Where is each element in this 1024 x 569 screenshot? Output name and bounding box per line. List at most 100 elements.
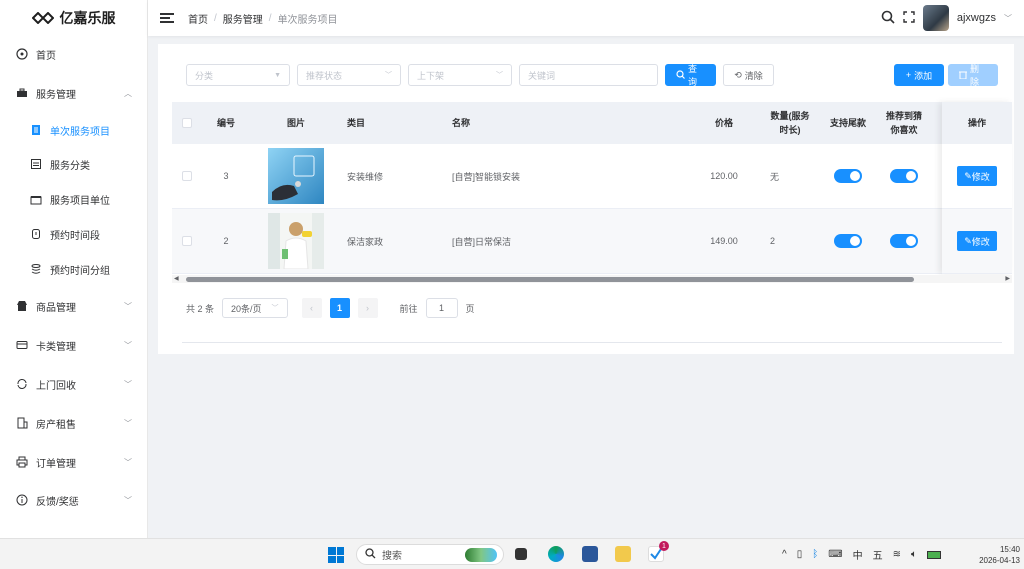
edit-button[interactable]: ✎ 修改	[957, 166, 997, 186]
sidebar-item-label: 服务管理	[36, 89, 76, 101]
scroll-left-icon[interactable]: ◀	[174, 275, 179, 282]
store-icon[interactable]	[582, 546, 598, 562]
support-balance-toggle[interactable]	[834, 169, 862, 183]
keyboard-icon[interactable]: ⌨	[828, 549, 842, 560]
breadcrumb-service[interactable]: 服务管理	[223, 11, 263, 26]
service-table: 编号 图片 类目 名称 价格 数量(服务 时长) 支持尾款 推荐到猜 你喜欢 操…	[172, 102, 1012, 274]
col-recommend: 推荐到猜 你喜欢	[880, 102, 928, 144]
select-all-checkbox[interactable]	[182, 102, 192, 144]
logo-text: 亿嘉乐服	[59, 10, 116, 26]
chevron-down-icon[interactable]: ﹀	[1004, 13, 1012, 24]
col-recommend-line2: 你喜欢	[890, 125, 918, 135]
plus-icon: +	[905, 70, 912, 80]
breadcrumb-home[interactable]: 首页	[188, 11, 208, 26]
sidebar-item-service-management[interactable]: 服务管理 ︿	[0, 80, 147, 106]
system-tray: ^ ▯ ᛒ ⌨ 中 五 ≋ 🔈︎	[782, 539, 942, 569]
search-icon	[365, 547, 376, 562]
next-page-button[interactable]: ›	[357, 298, 378, 318]
recommend-placeholder: 推荐状态	[306, 70, 343, 81]
taskbar-clock[interactable]: 15:40 2026-04-13	[979, 544, 1020, 566]
todo-app-icon[interactable]: 1	[648, 541, 669, 562]
recommend-status-select[interactable]: 推荐状态 ﹀	[297, 64, 401, 86]
cell-image[interactable]	[266, 144, 326, 208]
menu-toggle-icon[interactable]	[160, 12, 174, 24]
total-count: 共 2 条	[186, 303, 215, 314]
task-view-icon[interactable]	[515, 548, 527, 560]
scrollbar-thumb[interactable]	[186, 277, 914, 282]
logo-icon	[31, 12, 54, 24]
add-button[interactable]: + 添加	[894, 64, 944, 86]
scroll-right-icon[interactable]: ▶	[1005, 275, 1010, 282]
shelf-status-select[interactable]: 上下架 ﹀	[408, 64, 512, 86]
edge-browser-icon[interactable]	[548, 546, 564, 562]
sidebar-item-home[interactable]: 首页	[0, 41, 147, 67]
search-icon	[676, 69, 685, 81]
sidebar-item-booking-group[interactable]: 预约时间分组	[0, 256, 147, 282]
clock-icon	[30, 228, 42, 240]
app-logo[interactable]: 亿嘉乐服	[0, 0, 147, 36]
ime-language[interactable]: 中	[853, 547, 863, 562]
sidebar-item-label: 反馈/奖惩	[36, 496, 79, 508]
page-number-current[interactable]: 1	[329, 298, 350, 318]
sidebar-item-feedback[interactable]: 反馈/奖惩 ﹀	[0, 487, 147, 513]
row-checkbox[interactable]	[182, 209, 192, 273]
sidebar-item-service-category[interactable]: 服务分类	[0, 151, 147, 177]
shelf-placeholder: 上下架	[417, 70, 445, 81]
username[interactable]: ajxwgzs	[957, 12, 996, 24]
sidebar-item-real-estate[interactable]: 房产租售 ﹀	[0, 410, 147, 436]
sidebar-item-recycle[interactable]: 上门回收 ﹀	[0, 371, 147, 397]
col-quantity: 数量(服务 时长)	[762, 102, 818, 144]
printer-icon	[16, 456, 28, 468]
goto-suffix: 页	[465, 303, 475, 314]
cell-image[interactable]	[266, 209, 326, 273]
avatar[interactable]	[922, 5, 949, 31]
page-size-value: 20条/页	[231, 303, 262, 314]
edit-button[interactable]: ✎ 修改	[957, 231, 997, 251]
service-image-cleaning[interactable]	[268, 213, 324, 269]
breadcrumb-current: 单次服务项目	[277, 14, 338, 26]
chevron-up-icon[interactable]: ^	[782, 549, 787, 560]
recommend-toggle[interactable]	[890, 169, 918, 183]
sidebar-item-booking-slot[interactable]: 预约时间段	[0, 221, 147, 247]
category-select[interactable]: 分类 ▼	[186, 64, 290, 86]
wifi-icon[interactable]: ≋	[893, 549, 901, 560]
cell-quantity: 2	[770, 236, 776, 246]
fullscreen-icon[interactable]	[903, 10, 915, 26]
sidebar-item-cards[interactable]: 卡类管理 ﹀	[0, 332, 147, 358]
sidebar-item-orders[interactable]: 订单管理 ﹀	[0, 449, 147, 475]
row-checkbox[interactable]	[182, 144, 192, 208]
service-image-smart-lock[interactable]	[268, 148, 324, 204]
sidebar-item-goods[interactable]: 商品管理 ﹀	[0, 293, 147, 319]
pen-icon[interactable]: ▯	[797, 549, 803, 560]
card-icon	[16, 339, 28, 351]
sidebar-item-label: 服务项目单位	[50, 195, 110, 207]
edit-button-label: 修改	[971, 171, 990, 182]
breadcrumb-separator: /	[268, 12, 272, 24]
page-size-select[interactable]: 20条/页 ﹀	[222, 298, 288, 318]
sidebar-item-label: 预约时间分组	[50, 265, 110, 277]
clear-button[interactable]: ⟲ 清除	[723, 64, 774, 86]
goto-page-input[interactable]: 1	[425, 298, 458, 318]
keyword-input[interactable]: 关键词	[519, 64, 658, 86]
cell-actions: ✎ 修改	[942, 209, 1012, 273]
recommend-toggle[interactable]	[890, 234, 918, 248]
support-balance-toggle[interactable]	[834, 234, 862, 248]
search-icon[interactable]	[881, 10, 895, 27]
sidebar-item-service-unit[interactable]: 服务项目单位	[0, 186, 147, 212]
file-explorer-icon[interactable]	[615, 546, 631, 562]
sidebar-item-single-service[interactable]: 单次服务项目	[0, 117, 147, 143]
battery-icon[interactable]	[927, 550, 942, 559]
windows-start-icon[interactable]	[328, 547, 344, 563]
breadcrumb: 首页 / 服务管理 / 单次服务项目	[188, 11, 338, 26]
bluetooth-icon[interactable]: ᛒ	[812, 549, 818, 560]
search-button[interactable]: 查询	[665, 64, 716, 87]
ime-mode[interactable]: 五	[873, 547, 883, 562]
cell-price: 120.00	[710, 171, 738, 181]
taskbar-search-input[interactable]: 搜索	[356, 544, 504, 565]
speaker-icon[interactable]: 🔈︎	[911, 549, 917, 560]
prev-page-button[interactable]: ‹	[301, 298, 322, 318]
delete-button[interactable]: 删除	[948, 64, 998, 87]
horizontal-scrollbar[interactable]: ◀ ▶	[172, 275, 1012, 283]
box-icon	[30, 193, 42, 205]
chevron-down-icon: ﹀	[271, 305, 279, 312]
